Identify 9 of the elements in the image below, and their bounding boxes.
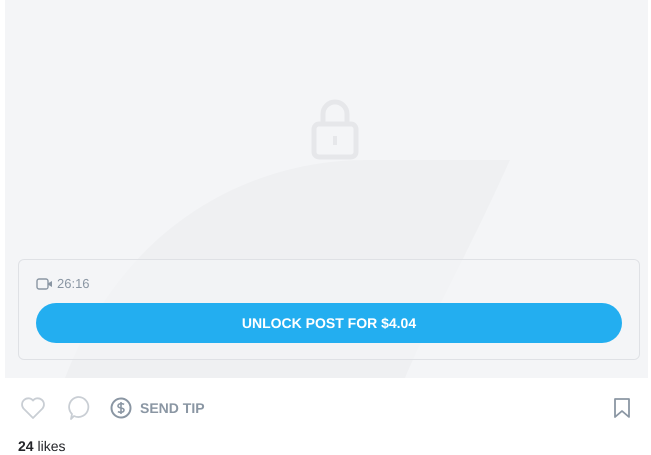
video-duration: 26:16 — [57, 276, 90, 291]
dollar-coin-icon — [110, 397, 132, 419]
likes-count: 24 likes — [17, 438, 66, 454]
unlock-button[interactable]: UNLOCK POST FOR $4.04 — [36, 303, 622, 343]
video-camera-icon — [36, 278, 53, 290]
comment-button[interactable] — [66, 395, 90, 421]
bookmark-button[interactable] — [613, 397, 631, 419]
send-tip-button[interactable]: SEND TIP — [110, 397, 205, 419]
like-button[interactable] — [20, 396, 46, 420]
